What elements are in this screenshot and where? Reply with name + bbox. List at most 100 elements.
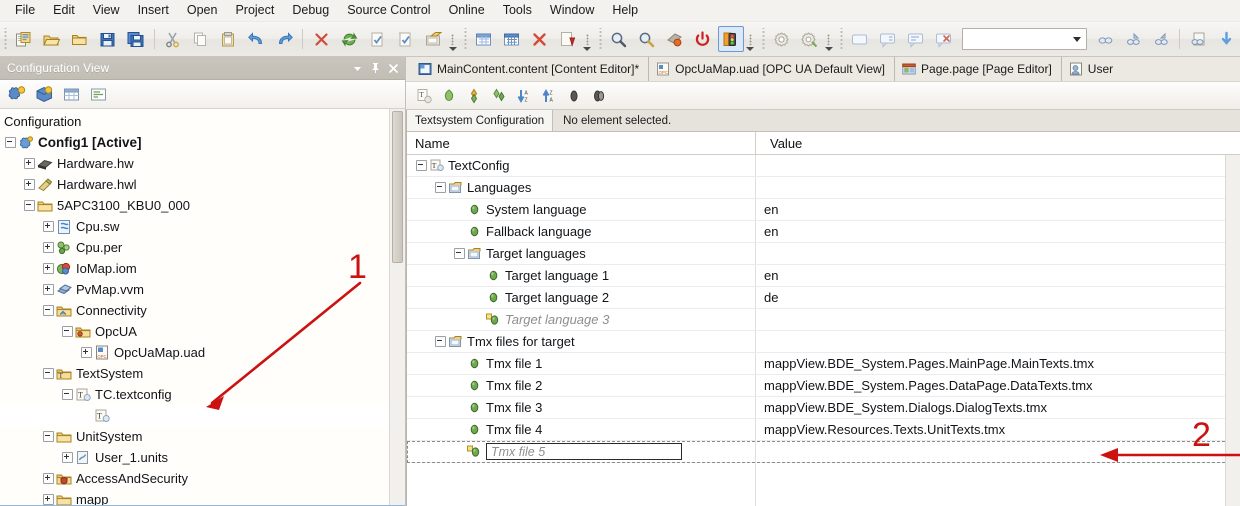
monitor-icon[interactable] [1185,26,1211,52]
move-all-icon[interactable] [486,84,511,108]
toolbar-search-combo[interactable] [961,28,1087,50]
find-icon[interactable] [606,26,632,52]
power-icon[interactable] [690,26,716,52]
document-tab-page[interactable]: Page.page [Page Editor] [894,57,1061,81]
row-value-cell[interactable]: mappView.Resources.Texts.UnitTexts.tmx [755,422,1240,437]
collapse-icon[interactable] [42,430,55,443]
expand-icon[interactable] [42,220,55,233]
delete-element-icon[interactable] [436,84,461,108]
table-row[interactable]: Target languages [407,243,1240,265]
save-all-icon[interactable] [123,26,149,52]
row-value-cell[interactable]: en [755,202,1240,217]
scrollbar-thumb[interactable] [392,111,403,263]
table-row[interactable]: System language en [407,199,1240,221]
toolbar-overflow-button[interactable] [823,25,834,54]
watch-icon[interactable] [1092,26,1118,52]
download-icon[interactable] [1213,26,1239,52]
tree-item-iomap-iom[interactable]: IoMap.iom [0,258,405,279]
zoom-icon[interactable] [634,26,660,52]
sort-ascending-icon[interactable]: Z A [536,84,561,108]
collapse-icon[interactable] [453,248,466,259]
expand-icon[interactable] [42,241,55,254]
tree-item-textsystem[interactable]: T TextSystem [0,363,405,384]
tree-item-mapp[interactable]: mapp [0,489,405,506]
document-tab-opcuamap[interactable]: OPC OpcUaMap.uad [OPC UA Default View] [648,57,894,81]
collapse-icon[interactable] [42,304,55,317]
settings-icon[interactable] [768,26,794,52]
expand-icon[interactable] [23,157,36,170]
column-divider[interactable] [755,132,756,154]
row-value-cell[interactable]: en [755,268,1240,283]
menu-item-debug[interactable]: Debug [283,1,338,20]
table-row[interactable]: Target language 3 [407,309,1240,331]
toolbar-grip[interactable] [760,28,766,50]
output-window-icon[interactable] [847,26,873,52]
open-folder-icon[interactable] [67,26,93,52]
toolbar-overflow-button[interactable] [447,25,458,54]
table-row[interactable]: Tmx file 4 mappView.Resources.Texts.UnitT… [407,419,1240,441]
row-value-cell[interactable]: mappView.BDE_System.Dialogs.DialogTexts.… [755,400,1240,415]
toolbar-overflow-button[interactable] [582,25,593,54]
redo-icon[interactable] [271,26,297,52]
expand-icon[interactable] [61,451,74,464]
expand-icon[interactable] [42,262,55,275]
table-row[interactable]: Tmx files for target [407,331,1240,353]
watch-add-icon[interactable] [1120,26,1146,52]
menu-item-view[interactable]: View [84,1,129,20]
row-value-cell[interactable]: mappView.BDE_System.Pages.MainPage.MainT… [755,356,1240,371]
toolbar-grip[interactable] [597,28,603,50]
menu-item-window[interactable]: Window [541,1,603,20]
copy-icon[interactable] [187,26,213,52]
collapse-icon[interactable] [434,336,447,347]
traffic-light-icon[interactable] [717,26,744,52]
tree-item-hardware-hwl[interactable]: Hardware.hwl [0,174,405,195]
build-icon[interactable] [364,26,390,52]
table-view-icon[interactable] [58,81,85,107]
simulation-icon[interactable] [662,26,688,52]
collapse-icon[interactable] [434,182,447,193]
clear-window-icon[interactable] [931,26,957,52]
open-project-icon[interactable] [39,26,65,52]
close-icon[interactable] [386,60,401,76]
collapse-icon[interactable] [4,136,17,149]
expand-icon[interactable] [42,472,55,485]
rebuild-icon[interactable] [392,26,418,52]
sort-descending-icon[interactable]: A Z [511,84,536,108]
remove-object-icon[interactable] [527,26,553,52]
tree-item-pvmap-vvm[interactable]: PvMap.vvm [0,279,405,300]
menu-item-open[interactable]: Open [178,1,227,20]
expand-icon[interactable] [23,178,36,191]
tree-item-opcuamap-uad[interactable]: OPC OpcUaMap.uad [0,342,405,363]
debug-settings-icon[interactable] [796,26,822,52]
tree-item-5apc3100-kbu0-000[interactable]: 5APC3100_KBU0_000 [0,195,405,216]
configuration-icon[interactable] [4,81,31,107]
delete-icon[interactable] [308,26,334,52]
tree-item-opcua[interactable]: OpcUA [0,321,405,342]
row-value-cell[interactable]: de [755,290,1240,305]
expand-icon[interactable] [80,346,93,359]
configuration-tree[interactable]: Configuration Config1 [Active] Hardware.h… [0,109,405,506]
add-object-icon[interactable] [471,26,497,52]
transfer-icon[interactable] [420,26,446,52]
document-tab-user[interactable]: User [1060,57,1122,81]
tree-item-unitsystem[interactable]: UnitSystem [0,426,405,447]
left-panel-scrollbar[interactable] [389,109,405,506]
properties-icon[interactable] [85,81,112,107]
menu-item-edit[interactable]: Edit [44,1,84,20]
expand-icon[interactable] [586,84,611,108]
chevron-down-icon[interactable] [1073,36,1081,42]
toolbar-grip[interactable] [463,28,468,50]
collapse-icon[interactable] [42,367,55,380]
document-tab-main-content[interactable]: MainContent.content [Content Editor]* [411,57,648,81]
new-file-icon[interactable] [11,26,37,52]
menu-item-tools[interactable]: Tools [494,1,541,20]
property-grid-body[interactable]: T TextConfig Languages System language en Fal… [407,155,1240,506]
collapse-icon[interactable] [23,199,36,212]
table-row[interactable]: Target language 1 en [407,265,1240,287]
chevron-down-icon[interactable] [350,60,365,76]
undo-icon[interactable] [243,26,269,52]
editor-scrollbar[interactable] [1225,155,1240,506]
menu-item-file[interactable]: File [6,1,44,20]
message-window-icon[interactable] [875,26,901,52]
table-row[interactable]: Fallback language en [407,221,1240,243]
